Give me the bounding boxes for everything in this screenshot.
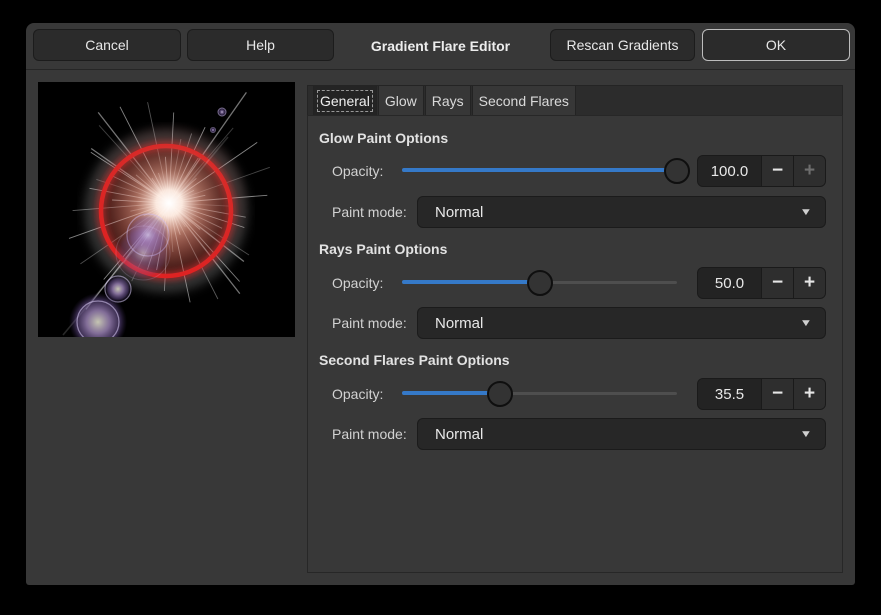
second-flares-paint-mode-label: Paint mode: <box>332 426 407 442</box>
rays-opacity-slider[interactable] <box>402 270 677 296</box>
rays-opacity-label: Opacity: <box>332 275 383 291</box>
glow-opacity-value-field[interactable]: 100.0 <box>698 156 761 186</box>
glow-opacity-slider[interactable] <box>402 158 677 184</box>
help-button[interactable]: Help <box>187 29 334 61</box>
slider-fill <box>402 391 500 395</box>
dropdown-arrow-icon: ▼ <box>800 207 813 218</box>
general-tab-page: Glow Paint Options Opacity: 100.0 − + Pa… <box>307 115 843 573</box>
tab-general[interactable]: General <box>313 86 377 115</box>
second-flares-opacity-spinner: 35.5 − + <box>697 378 826 410</box>
tab-rays[interactable]: Rays <box>425 86 471 115</box>
dropdown-arrow-icon: ▼ <box>800 318 813 329</box>
rays-opacity-increment-button[interactable]: + <box>793 268 825 298</box>
rescan-gradients-button[interactable]: Rescan Gradients <box>550 29 695 61</box>
cancel-button[interactable]: Cancel <box>33 29 181 61</box>
flare-preview-panel <box>38 82 295 337</box>
glow-opacity-spinner: 100.0 − + <box>697 155 826 187</box>
tab-glow[interactable]: Glow <box>378 86 424 115</box>
glow-opacity-increment-button[interactable]: + <box>793 156 825 186</box>
second-flares-paint-mode-dropdown[interactable]: Normal ▼ <box>417 418 826 450</box>
second-flares-opacity-label: Opacity: <box>332 386 383 402</box>
rays-opacity-decrement-button[interactable]: − <box>761 268 793 298</box>
glow-paint-mode-dropdown[interactable]: Normal ▼ <box>417 196 826 228</box>
slider-handle[interactable] <box>527 270 553 296</box>
rays-opacity-spinner: 50.0 − + <box>697 267 826 299</box>
rays-opacity-value-field[interactable]: 50.0 <box>698 268 761 298</box>
rays-paint-mode-label: Paint mode: <box>332 315 407 331</box>
tab-rays-label: Rays <box>432 93 464 109</box>
slider-fill <box>402 280 540 284</box>
notebook-tab-bar: General Glow Rays Second Flares <box>307 85 843 115</box>
glow-paint-mode-value: Normal <box>435 204 483 221</box>
gradient-flare-editor-dialog: Cancel Help Gradient Flare Editor Rescan… <box>26 23 855 585</box>
flare-preview-image <box>38 82 295 337</box>
second-flares-opacity-slider[interactable] <box>402 381 677 407</box>
rays-paint-mode-dropdown[interactable]: Normal ▼ <box>417 307 826 339</box>
ok-button[interactable]: OK <box>702 29 850 61</box>
glow-section-heading: Glow Paint Options <box>319 130 448 146</box>
tab-glow-label: Glow <box>385 93 417 109</box>
glow-opacity-label: Opacity: <box>332 163 383 179</box>
glow-opacity-decrement-button[interactable]: − <box>761 156 793 186</box>
dialog-action-bar: Cancel Help Gradient Flare Editor Rescan… <box>26 23 855 70</box>
glow-paint-mode-label: Paint mode: <box>332 204 407 220</box>
second-flares-section-heading: Second Flares Paint Options <box>319 352 510 368</box>
slider-handle[interactable] <box>664 158 690 184</box>
rays-paint-mode-value: Normal <box>435 315 483 332</box>
rays-section-heading: Rays Paint Options <box>319 241 447 257</box>
second-flares-paint-mode-value: Normal <box>435 426 483 443</box>
tab-second-flares[interactable]: Second Flares <box>472 86 576 115</box>
tab-second-flares-label: Second Flares <box>479 93 569 109</box>
tab-general-label: General <box>320 93 370 109</box>
dropdown-arrow-icon: ▼ <box>800 429 813 440</box>
second-flares-opacity-value-field[interactable]: 35.5 <box>698 379 761 409</box>
second-flares-opacity-decrement-button[interactable]: − <box>761 379 793 409</box>
second-flares-opacity-increment-button[interactable]: + <box>793 379 825 409</box>
slider-handle[interactable] <box>487 381 513 407</box>
slider-fill <box>402 168 677 172</box>
